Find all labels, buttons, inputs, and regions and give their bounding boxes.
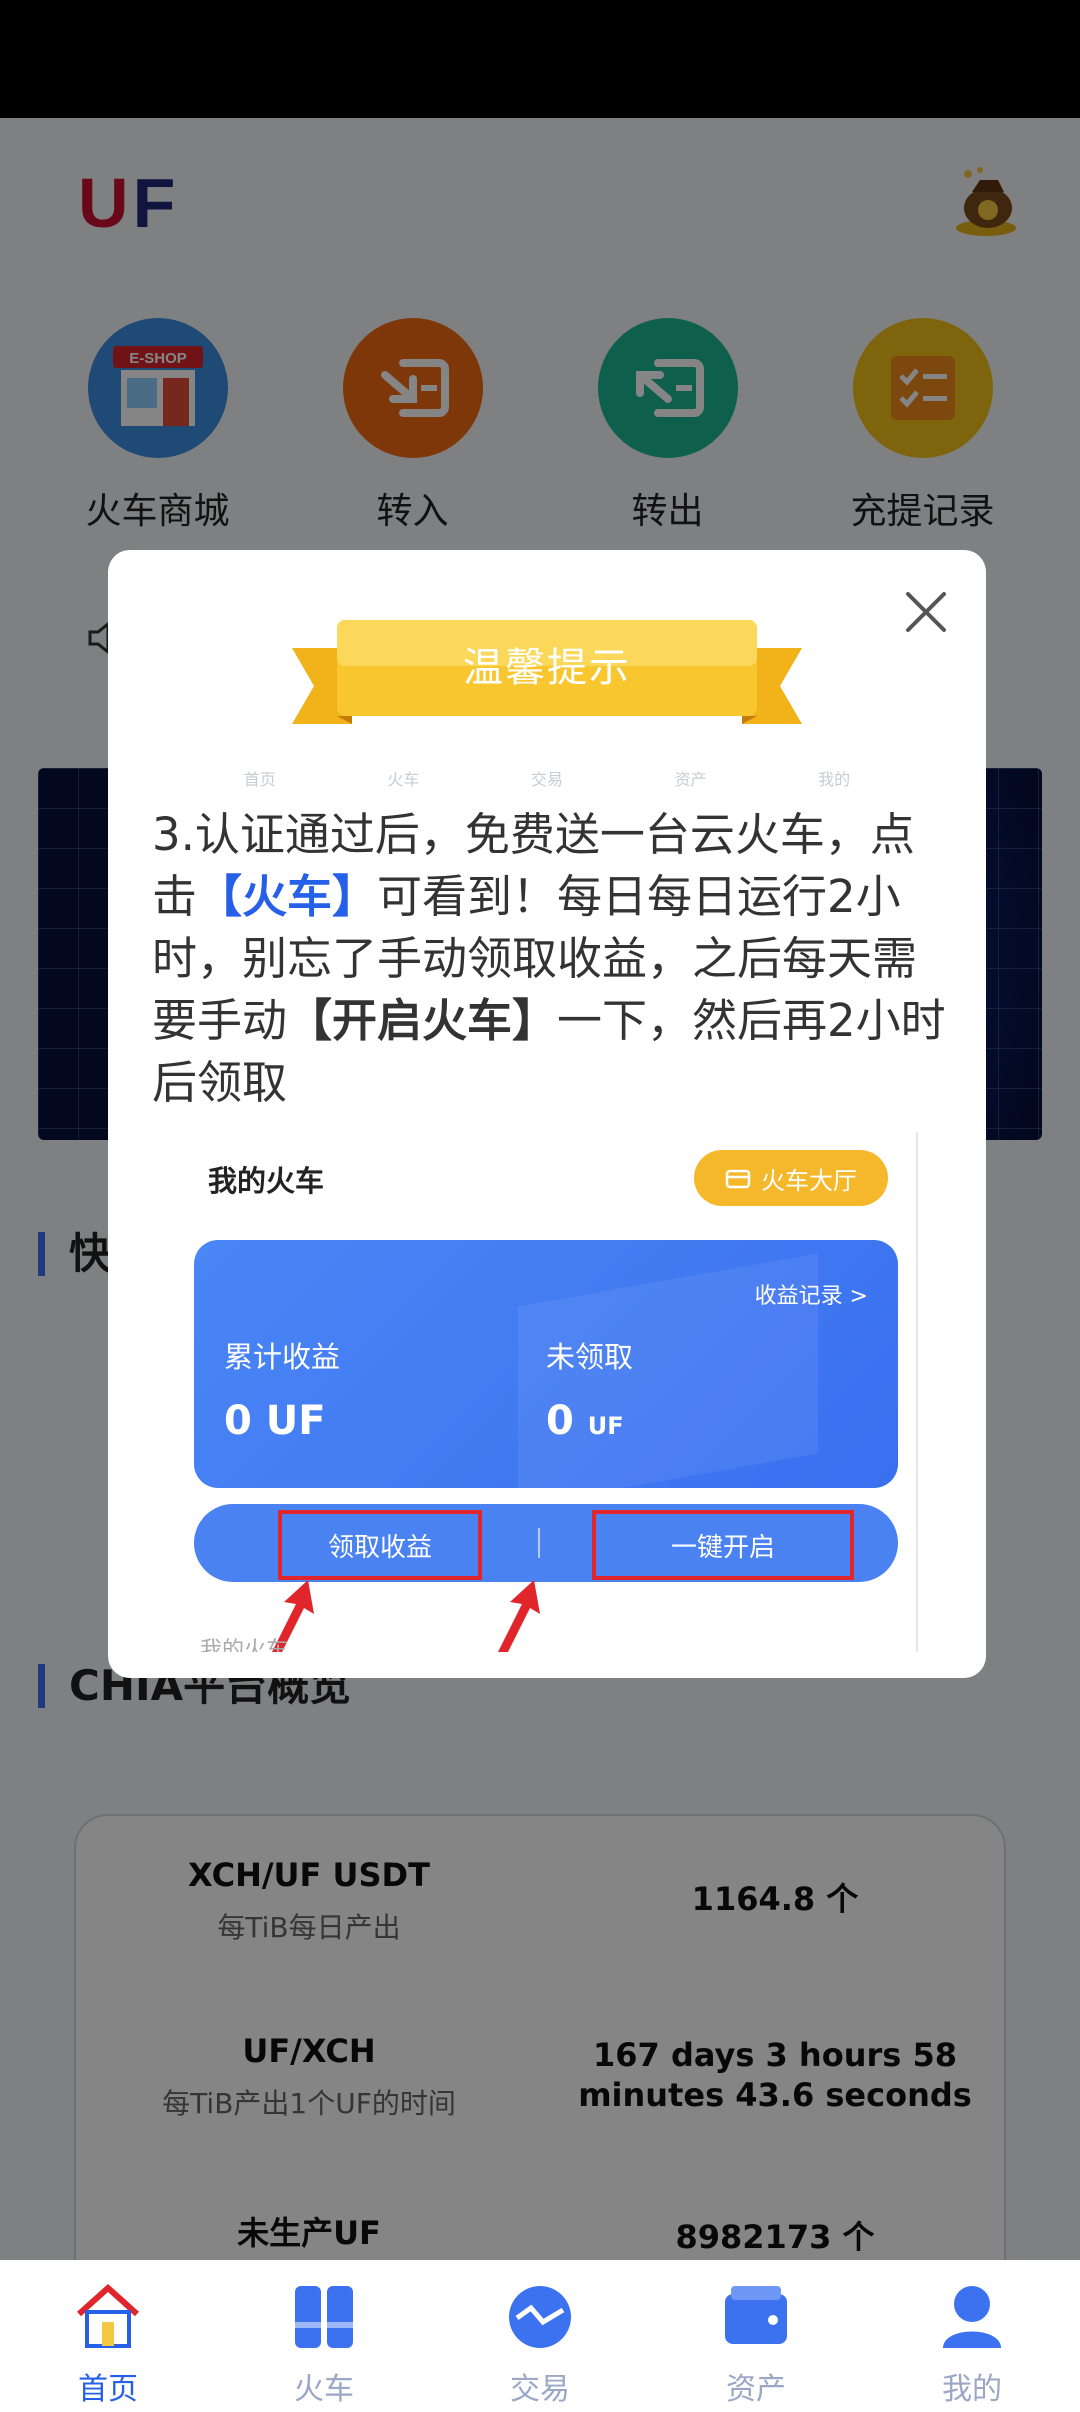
wallet-icon — [725, 2286, 787, 2344]
tab-label: 交易 — [510, 2372, 570, 2407]
one-click-start-button: 一键开启 — [592, 1510, 854, 1580]
tab-assets[interactable]: 资产 — [656, 2282, 856, 2412]
tab-label: 首页 — [78, 2372, 138, 2407]
train-hall-button: 火车大厅 — [694, 1150, 888, 1206]
faded-tab-label: 交易 — [530, 770, 563, 789]
faded-tab-label: 首页 — [243, 770, 276, 789]
tab-train[interactable]: 火车 — [224, 2282, 424, 2412]
highlight-start-train: 【开启火车】 — [287, 994, 558, 1047]
earnings-records-link: 收益记录 > — [754, 1284, 868, 1309]
tab-label: 火车 — [294, 2372, 354, 2407]
claim-earnings-button: 领取收益 — [278, 1510, 482, 1580]
bottom-tab-bar: 首页 火车 交易 资产 我的 — [0, 2260, 1080, 2412]
home-icon — [76, 2283, 140, 2348]
faded-caption: 我的火车 — [200, 1638, 289, 1652]
earnings-card: 收益记录 > 累计收益 未领取 0 UF 0 UF — [194, 1240, 898, 1488]
unclaimed-label: 未领取 — [546, 1340, 634, 1374]
my-train-title: 我的火车 — [208, 1164, 325, 1198]
faded-tab-label: 我的 — [818, 770, 851, 789]
tab-label: 资产 — [726, 2372, 786, 2407]
close-icon[interactable] — [900, 586, 952, 638]
tips-dialog: 温馨提示 首页 火车 交易 资产 我的 3.认证通过后，免费送一台云火车，点击【… — [108, 550, 986, 1678]
status-bar — [0, 0, 1080, 118]
action-bar: 领取收益 一键开启 — [194, 1504, 898, 1582]
dialog-message: 3.认证通过后，免费送一台云火车，点击【火车】可看到！每日每日运行2小时，别忘了… — [152, 808, 946, 1109]
store-icon — [725, 1169, 751, 1189]
dialog-title: 温馨提示 — [463, 645, 631, 691]
faded-tab-labels: 首页 火车 交易 资产 我的 — [108, 766, 986, 790]
total-earnings-label: 累计收益 — [224, 1340, 341, 1374]
total-earnings-value: 0 UF — [224, 1398, 326, 1444]
train-icon — [295, 2286, 353, 2348]
faded-tab-label: 资产 — [674, 770, 707, 789]
highlight-train: 【火车】 — [197, 870, 378, 923]
tab-home[interactable]: 首页 — [8, 2282, 208, 2412]
unclaimed-value: 0 UF — [546, 1398, 624, 1444]
trade-icon — [509, 2286, 571, 2348]
red-arrow-icon — [498, 1580, 540, 1652]
tab-profile[interactable]: 我的 — [872, 2282, 1072, 2412]
profile-icon — [943, 2286, 1001, 2348]
dialog-title-ribbon: 温馨提示 — [292, 620, 802, 735]
faded-tab-label: 火车 — [387, 770, 420, 789]
tab-label: 我的 — [942, 2372, 1002, 2407]
tutorial-screenshot: 我的火车 火车大厅 收益记录 > 累计收益 未领取 0 UF 0 UF 领取收益… — [176, 1132, 918, 1652]
tab-trade[interactable]: 交易 — [440, 2282, 640, 2412]
